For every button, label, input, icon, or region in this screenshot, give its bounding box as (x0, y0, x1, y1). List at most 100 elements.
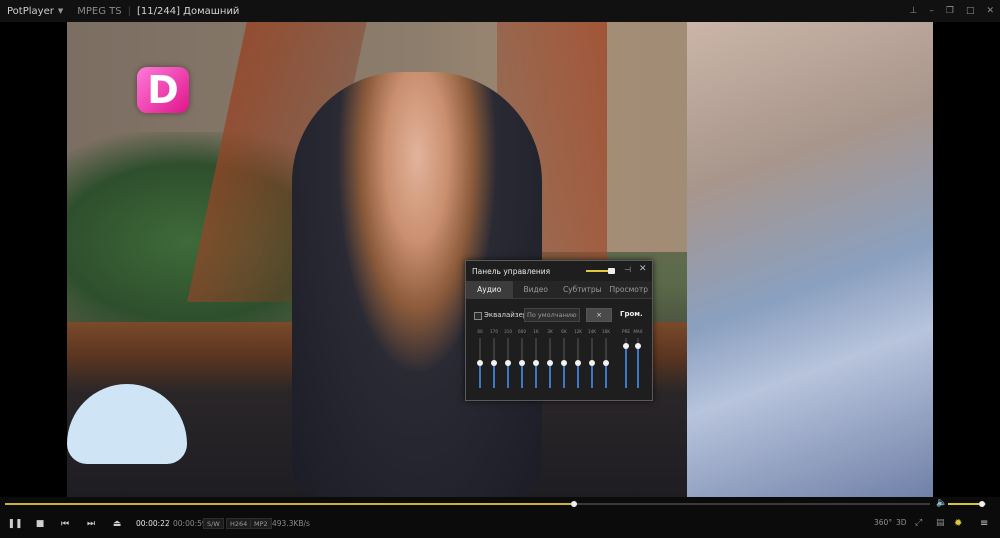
eq-band-slider[interactable]: 3K (544, 329, 556, 391)
eq-band-knob[interactable] (603, 360, 609, 366)
close-icon[interactable]: ✕ (639, 264, 647, 274)
eq-band-label: 310 (504, 329, 512, 334)
speaker-icon[interactable]: 🔈 (936, 498, 947, 508)
eq-band-label: 60 (477, 329, 483, 334)
eq-band-fill (637, 345, 639, 388)
eq-band-fill (605, 363, 607, 388)
video-scene-man (687, 22, 933, 497)
equalizer-row: Эквалайзер По умолчанию × Гром. (466, 307, 652, 329)
eq-band-slider[interactable]: PRE (620, 329, 632, 391)
eq-band-knob[interactable] (533, 360, 539, 366)
title-bar: PotPlayer ▼ MPEG TS | [11/244] Домашний … (0, 0, 1000, 22)
app-name: PotPlayer (7, 5, 54, 17)
eq-band-fill (549, 363, 551, 388)
playback-controls: ❚❚ ■ ⏮ ⏭ ⏏ 00:00:22 / 00:00:59 S/W H264 … (0, 511, 1000, 538)
format-label: MPEG TS (77, 5, 122, 17)
eq-band-label: PRE (621, 329, 631, 334)
volume-label: Гром. (620, 310, 643, 318)
settings-sun-icon[interactable]: ✹ (954, 518, 962, 529)
eq-band-fill (563, 363, 565, 388)
volume-slider-fill (948, 503, 983, 505)
tab-video[interactable]: Видео (512, 281, 559, 298)
equalizer-reset-button[interactable]: × (586, 308, 612, 322)
seek-bar-area: 🔈 (0, 497, 1000, 511)
eq-band-label: 12K (573, 329, 583, 334)
eq-band-slider[interactable]: 600 (516, 329, 528, 391)
3d-button[interactable]: 3D (896, 518, 907, 527)
eq-band-fill (493, 363, 495, 388)
seek-bar-thumb[interactable] (570, 501, 577, 507)
control-panel-tabs: Аудио Видео Субтитры Просмотр (466, 281, 652, 299)
mute-icon[interactable]: ⊣ (624, 265, 631, 274)
eq-band-slider[interactable]: 14K (586, 329, 598, 391)
pin-icon[interactable]: ⊥ (910, 6, 918, 16)
eq-band-slider[interactable]: 1K (530, 329, 542, 391)
playlist-icon[interactable]: ▤ (936, 518, 945, 528)
equalizer-checkbox[interactable] (474, 312, 482, 320)
eq-band-knob[interactable] (561, 360, 567, 366)
eq-band-fill (479, 363, 481, 388)
eq-band-slider[interactable]: 16K (600, 329, 612, 391)
close-icon[interactable]: ✕ (986, 6, 994, 16)
eq-band-knob[interactable] (623, 342, 629, 349)
eq-band-fill (625, 345, 627, 388)
eq-band-knob[interactable] (519, 360, 525, 366)
next-icon[interactable]: ⏭ (84, 517, 98, 531)
eq-band-slider[interactable]: 12K (572, 329, 584, 391)
eq-band-fill (535, 363, 537, 388)
stop-icon[interactable]: ■ (33, 517, 47, 531)
eq-band-label: 600 (518, 329, 526, 334)
eq-band-fill (577, 363, 579, 388)
pause-icon[interactable]: ❚❚ (7, 517, 22, 531)
capture-icon[interactable]: ⤢ (915, 518, 922, 528)
eject-icon[interactable]: ⏏ (110, 517, 124, 531)
seek-bar[interactable] (5, 501, 930, 507)
eq-band-slider[interactable]: 60 (474, 329, 486, 391)
eq-band-label: 170 (490, 329, 498, 334)
maximize-icon[interactable]: □ (966, 6, 975, 16)
menu-icon[interactable]: ≡ (980, 518, 988, 529)
current-time: 00:00:22 (136, 519, 170, 528)
decoder-tag[interactable]: S/W (203, 518, 224, 529)
restore-icon[interactable]: ❐ (946, 6, 954, 16)
volume-slider-thumb[interactable] (979, 501, 986, 507)
eq-band-fill (507, 363, 509, 388)
seek-bar-fill (5, 503, 574, 505)
tab-view[interactable]: Просмотр (605, 281, 652, 298)
eq-band-knob[interactable] (575, 360, 581, 366)
channel-logo: D (137, 67, 189, 113)
eq-band-knob[interactable] (505, 360, 511, 366)
eq-band-knob[interactable] (491, 360, 497, 366)
equalizer-preset-select[interactable]: По умолчанию (524, 308, 580, 322)
control-panel-title: Панель управления (472, 266, 551, 276)
tab-subtitles[interactable]: Субтитры (559, 281, 606, 298)
eq-band-slider[interactable]: 170 (488, 329, 500, 391)
window-controls: ⊥ – ❐ □ ✕ (910, 0, 994, 22)
eq-band-label: 16K (601, 329, 611, 334)
eq-band-label: 3K (547, 329, 553, 334)
eq-band-knob[interactable] (477, 360, 483, 366)
vr-360-button[interactable]: 360° (874, 518, 892, 527)
eq-band-fill (521, 363, 523, 388)
total-time: 00:00:59 (173, 519, 207, 528)
track-title: [11/244] Домашний (136, 5, 240, 17)
eq-band-label: 14K (587, 329, 597, 334)
eq-band-slider[interactable]: 6K (558, 329, 570, 391)
minimize-icon[interactable]: – (929, 6, 934, 16)
bitrate-label: 493.3KB/s (272, 519, 310, 528)
tab-audio[interactable]: Аудио (466, 281, 513, 298)
eq-band-label: 1K (533, 329, 539, 334)
time-separator: / (167, 519, 170, 528)
app-menu-button[interactable]: PotPlayer ▼ (0, 6, 63, 17)
control-panel: Панель управления ⊣ ✕ Аудио Видео Субтит… (465, 260, 653, 401)
eq-band-slider[interactable]: MAX (632, 329, 644, 391)
eq-band-knob[interactable] (547, 360, 553, 366)
eq-band-knob[interactable] (635, 342, 641, 349)
eq-band-slider[interactable]: 310 (502, 329, 514, 391)
panel-volume-thumb[interactable] (608, 268, 615, 274)
eq-band-knob[interactable] (589, 360, 595, 366)
volume-slider[interactable] (948, 501, 986, 507)
control-panel-header: Панель управления ⊣ ✕ (466, 261, 652, 281)
previous-icon[interactable]: ⏮ (58, 517, 72, 531)
channel-logo-letter: D (147, 68, 179, 112)
